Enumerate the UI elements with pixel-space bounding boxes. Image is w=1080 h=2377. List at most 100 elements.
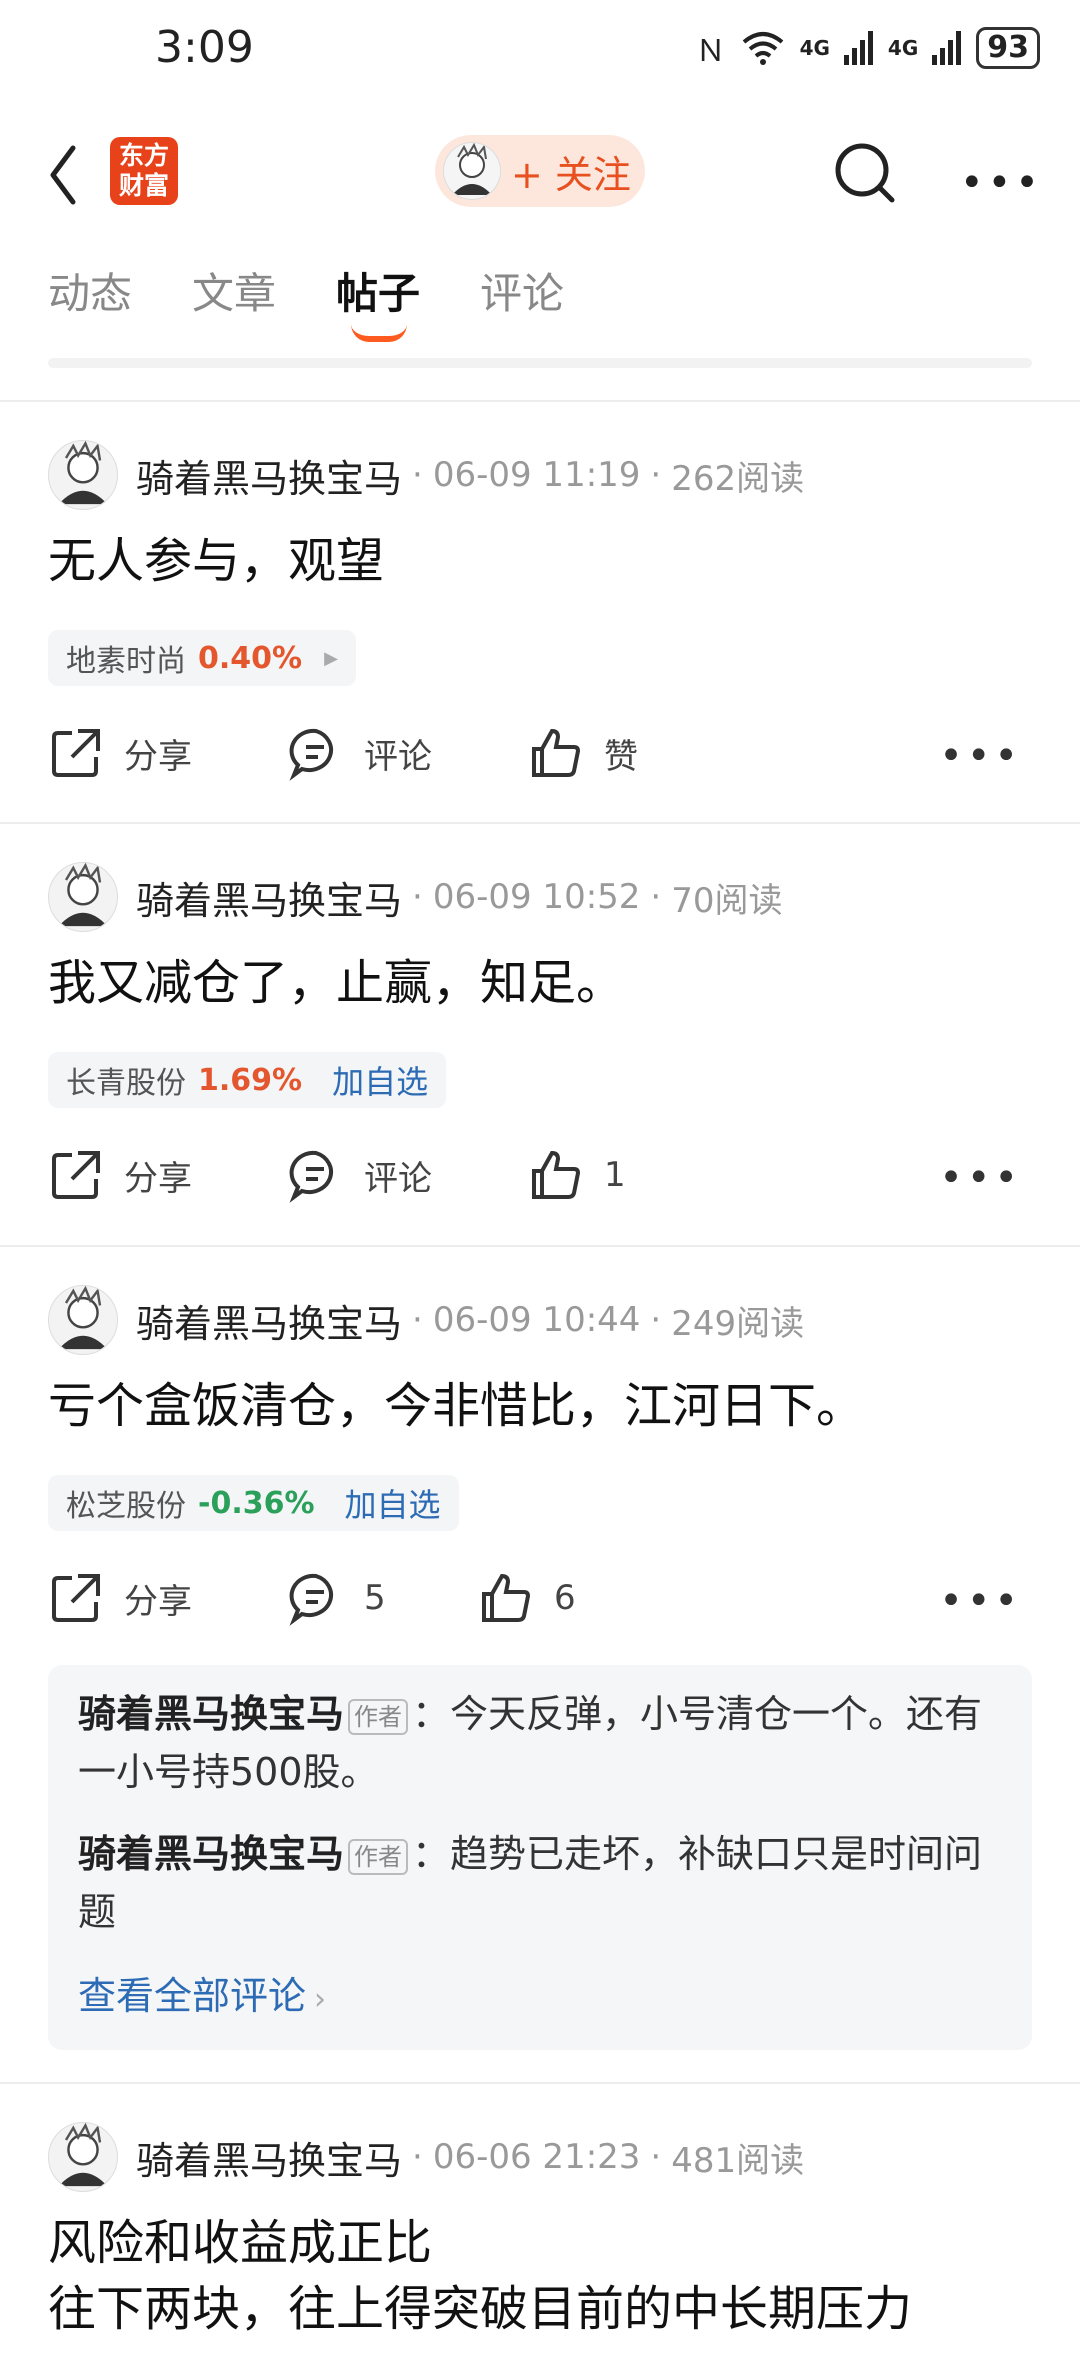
comment-label: 评论 [364,1158,432,1199]
signal-bars-icon-2 [932,31,962,65]
post-content-line: 风险和收益成正比 [48,2215,433,2271]
avatar[interactable] [48,1285,118,1355]
divider [0,400,1080,402]
post-meta: 骑着黑马换宝马 · 06-09 11:19 · 262阅读 [48,440,804,510]
divider [0,822,1080,824]
share-button[interactable]: 分享 [48,1147,192,1203]
view-all-comments-link[interactable]: 查看全部评论 › [78,1965,326,2020]
tab-comments[interactable]: 评论 [480,260,564,321]
avatar[interactable] [48,440,118,510]
post-date: 06-09 10:52 [432,877,641,917]
post-actions: 分享 评论 赞 ••• [48,725,1032,785]
comment-item[interactable]: 骑着黑马换宝马 作者 ：趋势已走坏，补缺口只是时间问题 [78,1825,998,1941]
post-date: 06-09 10:44 [432,1300,641,1340]
comment-button[interactable]: 评论 [288,1147,432,1203]
like-button[interactable]: 赞 [528,725,638,781]
stock-name: 长青股份 [66,1066,186,1101]
status-time: 3:09 [155,22,254,73]
share-button[interactable]: 分享 [48,1570,192,1626]
author-badge: 作者 [348,1838,409,1875]
add-watchlist-button[interactable]: 加自选 [332,1057,428,1103]
comment-button[interactable]: 5 [288,1570,386,1626]
status-icons: Ｎ 4G 4G 93 [696,26,1040,70]
tab-dynamic[interactable]: 动态 [48,260,132,321]
comment-button[interactable]: 评论 [288,725,432,781]
comment-author[interactable]: 骑着黑马换宝马 [78,1832,344,1876]
like-button[interactable]: 6 [478,1570,576,1626]
avatar [443,142,501,200]
author-name[interactable]: 骑着黑马换宝马 [136,870,402,925]
view-all-label: 查看全部评论 [78,1974,307,2018]
post-meta: 骑着黑马换宝马 · 06-09 10:52 · 70阅读 [48,862,783,932]
more-icon[interactable]: ••• [939,1578,1022,1624]
like-count: 6 [554,1578,576,1618]
author-badge: 作者 [348,1698,409,1735]
avatar[interactable] [48,2122,118,2192]
separator-dot: · [650,2137,662,2177]
more-icon[interactable]: ••• [939,733,1022,779]
thumbs-up-icon [532,728,581,777]
chevron-right-icon: › [314,1982,327,2017]
separator-dot: · [412,1300,423,1340]
like-count: 1 [604,1155,626,1195]
post-actions: 分享 评论 1 ••• [48,1147,1032,1207]
battery-icon: 93 [976,27,1040,69]
separator-dot: · [412,877,423,917]
add-watchlist-button[interactable]: 加自选 [345,1480,441,1526]
author-name[interactable]: 骑着黑马换宝马 [136,448,402,503]
tab-articles[interactable]: 文章 [192,260,276,321]
post-meta: 骑着黑马换宝马 · 06-06 21:23 · 481阅读 [48,2122,804,2192]
signal-bars-icon-1 [843,31,873,65]
wifi-icon [742,32,783,65]
back-icon[interactable] [45,140,105,210]
stock-name: 松芝股份 [66,1489,186,1524]
separator-dot: · [650,877,662,917]
stock-tag[interactable]: 长青股份 1.69% 加自选 [48,1052,447,1108]
comment-count: 5 [364,1578,386,1618]
read-count: 481阅读 [671,2140,805,2181]
post-content-line: 往下两块，往上得突破目前的中长期压力 [48,2281,913,2337]
stock-tag[interactable]: 地素时尚 0.40% ▶ [48,630,356,686]
avatar[interactable] [48,862,118,932]
share-label: 分享 [124,736,192,777]
post-content[interactable]: 无人参与，观望 [48,528,1038,594]
divider [48,358,1032,368]
share-button[interactable]: 分享 [48,725,192,781]
read-count: 262阅读 [671,458,805,499]
follow-label: + 关注 [511,152,631,197]
signal-icon-1: 4G [799,36,830,60]
separator-dot: · [650,1300,662,1340]
signal-icon-2: 4G [887,36,919,60]
tab-bar: 动态 文章 帖子 评论 [48,260,564,342]
follow-button[interactable]: + 关注 [435,135,645,207]
share-icon [52,1151,100,1199]
divider [0,2082,1080,2084]
stock-change: 1.69% [198,1062,303,1098]
more-icon[interactable]: ••• [960,160,1043,206]
status-bar: 3:09 Ｎ 4G 4G 93 [0,0,1080,100]
stock-tag[interactable]: 松芝股份 -0.36% 加自选 [48,1475,459,1531]
like-label: 赞 [604,736,638,777]
post-content[interactable]: 风险和收益成正比 往下两块，往上得突破目前的中长期压力 [48,2210,1038,2342]
play-icon: ▶ [324,647,338,669]
post-actions: 分享 5 6 ••• [48,1570,1032,1630]
more-icon[interactable]: ••• [939,1155,1022,1201]
share-icon [52,729,100,777]
separator-dot: · [650,455,662,495]
share-icon [52,1574,100,1622]
post-content[interactable]: 我又减仓了，止赢，知足。 [48,950,1038,1016]
author-name[interactable]: 骑着黑马换宝马 [136,2130,402,2185]
author-name[interactable]: 骑着黑马换宝马 [136,1293,402,1348]
stock-change: 0.40% [198,640,303,676]
app-logo: 东方 财富 [110,137,178,205]
tab-posts[interactable]: 帖子 [336,260,420,342]
post-content[interactable]: 亏个盒饭清仓，今非惜比，江河日下。 [48,1373,1038,1439]
search-icon[interactable] [830,138,900,208]
like-button[interactable]: 1 [528,1147,626,1203]
comment-author[interactable]: 骑着黑马换宝马 [78,1692,344,1736]
stock-change: -0.36% [198,1485,315,1521]
post-meta: 骑着黑马换宝马 · 06-09 10:44 · 249阅读 [48,1285,804,1355]
comment-icon [289,728,334,781]
stock-name: 地素时尚 [66,644,186,679]
comment-item[interactable]: 骑着黑马换宝马 作者 ：今天反弹，小号清仓一个。还有一小号持500股。 [78,1685,998,1801]
